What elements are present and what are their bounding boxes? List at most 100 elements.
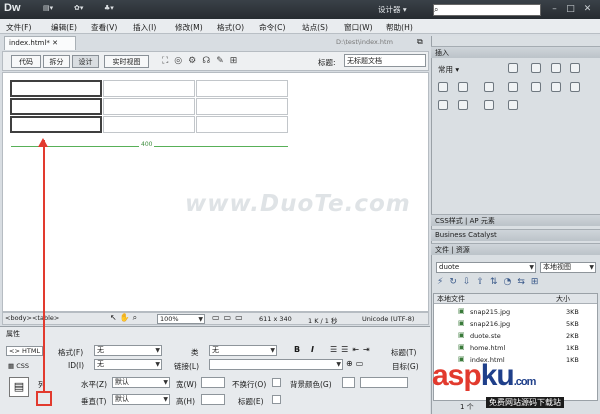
insert-category[interactable]: 常用 ▾ <box>438 64 459 75</box>
menu-item[interactable]: 窗口(W) <box>344 22 373 33</box>
italic-button[interactable]: I <box>311 345 314 354</box>
media-icon[interactable] <box>484 82 494 92</box>
file-name[interactable]: snap215.jpg <box>470 308 510 316</box>
table-cell[interactable] <box>10 80 102 97</box>
height-input[interactable] <box>201 394 225 405</box>
table-cell[interactable] <box>196 98 288 115</box>
bc-panel-header[interactable]: Business Catalyst <box>431 229 600 241</box>
menu-item[interactable]: 编辑(E) <box>51 22 77 33</box>
select-hand-zoom-icons[interactable]: ↖✋⌕ <box>110 313 140 323</box>
menu-item[interactable]: 查看(V) <box>91 22 117 33</box>
col-local-files[interactable]: 本地文件 <box>434 295 465 303</box>
search-input[interactable]: ⌕ <box>433 4 541 16</box>
site-select[interactable]: duote <box>436 262 536 273</box>
table-cell[interactable] <box>196 80 288 97</box>
hyperlink-icon[interactable] <box>508 63 518 73</box>
table-cell[interactable] <box>103 98 195 115</box>
file-name[interactable]: snap216.jpg <box>470 320 510 328</box>
bc-tab[interactable]: Business Catalyst <box>435 231 497 239</box>
bold-button[interactable]: B <box>294 345 300 354</box>
valign-value: 默认 <box>115 395 129 403</box>
anchor-icon[interactable] <box>551 63 561 73</box>
server-include-icon[interactable] <box>531 82 541 92</box>
table-cell[interactable] <box>196 116 288 133</box>
menu-item[interactable]: 帮助(H) <box>386 22 413 33</box>
files-toolbar-icons[interactable]: ⚡↻⇩⇧⇅◔⇆⊞ <box>437 277 544 287</box>
list-icons[interactable]: ☰☰⇤⇥ <box>330 345 374 354</box>
file-name[interactable]: duote.ste <box>470 332 501 340</box>
valign-select[interactable]: 默认 <box>112 394 170 405</box>
minimize-button[interactable]: – <box>547 4 562 15</box>
css-tab[interactable]: ▦ CSS <box>8 362 29 370</box>
page-title-field[interactable]: 无标题文档 <box>344 54 426 67</box>
halign-value: 默认 <box>115 378 129 386</box>
date-icon[interactable] <box>508 82 518 92</box>
format-select[interactable]: 无 <box>94 345 162 356</box>
file-icon: ▣ <box>458 343 465 351</box>
workspace-switcher[interactable]: 设计器 ▾ <box>378 4 407 15</box>
view-select[interactable]: 本地视图 <box>540 262 596 273</box>
live-view-button[interactable]: 实时视图 <box>104 55 149 68</box>
header-checkbox[interactable] <box>272 395 281 404</box>
nowrap-checkbox[interactable] <box>272 378 281 387</box>
bgcolor-input[interactable] <box>360 377 408 388</box>
html-tab[interactable]: <> HTML <box>6 346 44 356</box>
close-button[interactable]: ✕ <box>580 4 595 15</box>
table-cell[interactable] <box>10 98 102 115</box>
site-icon[interactable]: ♣▾ <box>104 4 114 15</box>
window-size-icons[interactable]: ▭▭▭ <box>212 313 247 322</box>
menu-item[interactable]: 命令(C) <box>259 22 285 33</box>
toolbar-icons[interactable]: ⛶◎⚙☊✎⊞ <box>162 56 243 66</box>
document-tab[interactable]: index.html* ✕ <box>4 36 76 50</box>
col-size[interactable]: 大小 <box>556 294 570 304</box>
table-icon[interactable] <box>570 63 580 73</box>
ap-elements-tab[interactable]: AP 元素 <box>470 217 495 225</box>
insert-tab[interactable]: 插入 <box>435 49 449 57</box>
menu-item[interactable]: 格式(O) <box>217 22 244 33</box>
maximize-button[interactable]: □ <box>563 4 578 15</box>
insert-panel-header[interactable]: 插入 <box>431 46 600 58</box>
tag-chooser-icon[interactable] <box>484 100 494 110</box>
files-tab[interactable]: 文件 <box>435 246 449 254</box>
widget-icon[interactable] <box>508 100 518 110</box>
table-cell[interactable] <box>103 116 195 133</box>
div-icon[interactable] <box>438 82 448 92</box>
file-name[interactable]: home.html <box>470 344 505 352</box>
template-icon[interactable] <box>458 100 468 110</box>
email-icon[interactable] <box>531 63 541 73</box>
bgcolor-swatch[interactable] <box>342 377 355 388</box>
halign-select[interactable]: 默认 <box>112 377 170 388</box>
watermark: www.DuoTe.com <box>185 191 411 217</box>
class-select[interactable]: 无 <box>209 345 277 356</box>
head-icon[interactable] <box>570 82 580 92</box>
code-view-button[interactable]: 代码 <box>11 55 41 68</box>
menu-item[interactable]: 文件(F) <box>6 22 31 33</box>
brand-red: asp <box>432 359 482 392</box>
close-icon[interactable]: ✕ <box>52 39 58 47</box>
comment-icon[interactable] <box>551 82 561 92</box>
zoom-select[interactable]: 100% <box>157 314 205 324</box>
split-view-button[interactable]: 拆分 <box>43 55 70 68</box>
css-styles-tab[interactable]: CSS样式 <box>435 217 463 225</box>
assets-tab[interactable]: 资源 <box>456 246 470 254</box>
width-input[interactable] <box>201 377 225 388</box>
properties-title: 属性 <box>6 330 20 338</box>
menu-item[interactable]: 修改(M) <box>175 22 203 33</box>
table-cell[interactable] <box>103 80 195 97</box>
design-view-button[interactable]: 设计 <box>72 55 99 68</box>
extend-icon[interactable]: ✿▾ <box>74 4 83 15</box>
image-icon[interactable] <box>458 82 468 92</box>
point-to-file-icons[interactable]: ⊕▭ <box>346 359 366 368</box>
menu-item[interactable]: 站点(S) <box>302 22 328 33</box>
menu-item[interactable]: 插入(I) <box>133 22 156 33</box>
restore-icon[interactable]: ⧉ <box>417 37 423 47</box>
layout-icon[interactable]: ▤▾ <box>43 4 53 15</box>
script-icon[interactable] <box>438 100 448 110</box>
id-select[interactable]: 无 <box>94 359 162 370</box>
document-path: D:\test\index.htm <box>336 38 393 46</box>
link-input[interactable] <box>209 359 343 370</box>
table-cell[interactable] <box>10 116 102 133</box>
tag-selector[interactable]: <body><table> <box>5 314 59 322</box>
workspace-label: 设计器 <box>378 5 401 14</box>
files-list-header: 本地文件 <box>434 294 597 304</box>
